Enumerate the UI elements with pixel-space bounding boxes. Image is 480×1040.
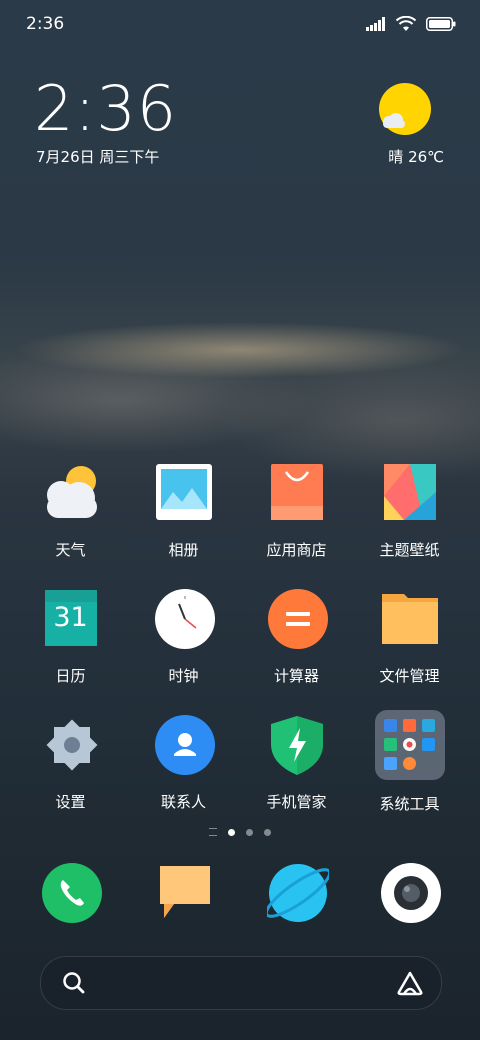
app-store-icon (267, 462, 327, 522)
search-bar[interactable] (40, 956, 442, 1010)
page-dot (264, 828, 271, 836)
app-label: 计算器 (273, 667, 319, 685)
sun-cloud-icon (377, 82, 431, 136)
app-settings[interactable]: 设置 (14, 714, 127, 812)
clock-icon (154, 588, 215, 649)
phone-icon (41, 862, 102, 923)
app-label: 手机管家 (266, 793, 327, 811)
app-label: 系统工具 (379, 795, 440, 813)
system-tools-folder-icon (374, 710, 445, 780)
app-label: 设置 (55, 793, 86, 811)
app-security[interactable]: 手机管家 (240, 714, 353, 812)
app-weather[interactable]: 天气 (14, 462, 127, 560)
list-icon (209, 828, 217, 836)
contacts-icon (154, 714, 215, 775)
messages-icon (154, 862, 214, 922)
assistant-icon[interactable] (395, 970, 425, 996)
dock-camera[interactable] (353, 862, 466, 923)
app-label: 主题壁纸 (379, 541, 440, 559)
status-icons (366, 16, 456, 32)
signal-icon (366, 17, 385, 31)
browser-icon (264, 862, 331, 922)
app-calendar[interactable]: 31 日历 (14, 588, 127, 686)
app-label: 应用商店 (266, 541, 327, 559)
settings-icon (41, 714, 101, 774)
status-bar: 2:36 (0, 0, 480, 50)
app-label: 日历 (55, 667, 86, 685)
app-calculator[interactable]: 计算器 (240, 588, 353, 686)
app-gallery[interactable]: 相册 (127, 462, 240, 560)
app-store[interactable]: 应用商店 (240, 462, 353, 560)
clock-widget-time[interactable]: 2:36 (34, 78, 177, 140)
dock-messages[interactable] (127, 862, 240, 922)
app-contacts[interactable]: 联系人 (127, 714, 240, 812)
app-label: 相册 (168, 541, 199, 559)
app-file-manager[interactable]: 文件管理 (353, 588, 466, 686)
wifi-icon (396, 16, 416, 31)
app-themes[interactable]: 主题壁纸 (353, 462, 466, 560)
app-label: 天气 (55, 541, 86, 559)
page-indicator[interactable] (0, 828, 480, 836)
security-icon (267, 714, 327, 775)
status-time: 2:36 (26, 14, 65, 34)
gallery-icon (154, 462, 214, 522)
app-clock[interactable]: 时钟 (127, 588, 240, 686)
clock-widget-date[interactable]: 7月26日 周三下午 (36, 146, 159, 167)
battery-icon (426, 17, 456, 31)
app-label: 联系人 (160, 793, 206, 811)
dock-browser[interactable] (240, 862, 353, 922)
weather-condition: 晴 (388, 148, 404, 166)
calculator-icon (267, 588, 328, 649)
calendar-date-text: 31 (53, 602, 88, 633)
weather-icon (41, 462, 101, 522)
camera-icon (380, 862, 441, 923)
dock-phone[interactable] (14, 862, 127, 923)
page-dot (246, 828, 253, 836)
page-dot-active (228, 828, 235, 836)
folder-system-tools[interactable]: 系统工具 (353, 710, 466, 814)
weather-widget[interactable]: 晴 26℃ (364, 82, 444, 166)
search-icon (63, 972, 85, 994)
themes-icon (380, 462, 440, 522)
calendar-icon: 31 (41, 588, 101, 648)
file-manager-icon (380, 588, 440, 648)
app-label: 时钟 (168, 667, 199, 685)
app-label: 文件管理 (379, 667, 440, 685)
weather-temperature: 26℃ (408, 148, 444, 166)
weather-widget-text: 晴 26℃ (388, 146, 444, 167)
